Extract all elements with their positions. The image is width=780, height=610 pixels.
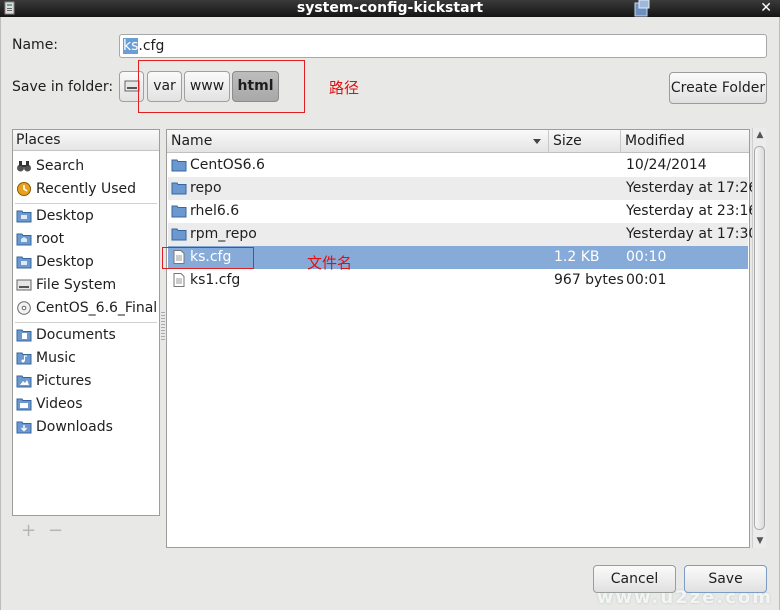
file-list-panel: Name Size Modified CentOS6.6 10/24/2014 … (166, 129, 757, 548)
place-downloads[interactable]: Downloads (14, 416, 158, 438)
pane-splitter[interactable] (161, 312, 165, 342)
place-label: root (36, 231, 65, 247)
filename-selected-text: ks (123, 38, 139, 54)
folder-music-icon (16, 352, 32, 365)
path-annotation-box (138, 60, 305, 113)
filename-annotation-text: 文件名 (307, 254, 353, 272)
folder-icon (171, 159, 187, 172)
file-name: rhel6.6 (190, 203, 240, 219)
file-modified: Yesterday at 17:30 (626, 226, 758, 242)
path-annotation-text: 路径 (329, 79, 360, 97)
places-panel: Places Search Recently Used Desktop root… (12, 129, 160, 516)
save-in-folder-label: Save in folder: (12, 79, 114, 95)
place-pictures[interactable]: Pictures (14, 370, 158, 392)
place-desktop[interactable]: Desktop (14, 205, 158, 227)
file-row[interactable]: rhel6.6 Yesterday at 23:16 (168, 200, 757, 223)
file-row[interactable]: CentOS6.6 10/24/2014 (168, 154, 748, 177)
file-row[interactable]: rpm_repo Yesterday at 17:30 (168, 223, 757, 246)
folder-icon (171, 205, 187, 218)
scrollbar-thumb[interactable] (754, 146, 765, 530)
file-size: 967 bytes (554, 272, 624, 288)
place-centos-disc[interactable]: CentOS_6.6_Final (14, 297, 158, 319)
folder-icon (171, 182, 187, 195)
column-header-size[interactable]: Size (549, 130, 621, 153)
file-list-scrollbar[interactable]: ▲ ▼ (752, 128, 766, 548)
home-folder-icon (16, 233, 32, 246)
file-row[interactable]: ks1.cfg 967 bytes 00:01 (168, 269, 748, 292)
place-desktop-2[interactable]: Desktop (14, 251, 158, 273)
sort-arrow-down-icon (533, 139, 541, 144)
watermark: www.u2ze.com (596, 587, 773, 608)
name-label: Name: (12, 37, 59, 53)
folder-icon (171, 228, 187, 241)
scroll-down-icon[interactable]: ▼ (753, 536, 767, 546)
window-title: system-config-kickstart (296, 0, 484, 16)
place-recently-used[interactable]: Recently Used (14, 178, 158, 200)
column-name-label: Name (171, 133, 213, 149)
place-label: Downloads (36, 419, 113, 435)
file-modified: 00:01 (626, 272, 667, 288)
place-label: CentOS_6.6_Final (36, 300, 158, 316)
place-label: Desktop (36, 208, 94, 224)
window-menu-icon[interactable] (632, 0, 652, 17)
place-search[interactable]: Search (14, 155, 158, 177)
file-name: ks1.cfg (190, 272, 241, 288)
place-label: Desktop (36, 254, 94, 270)
add-bookmark-icon[interactable]: + (21, 520, 36, 541)
place-documents[interactable]: Documents (14, 324, 158, 346)
place-music[interactable]: Music (14, 347, 158, 369)
file-size: 1.2 KB (554, 249, 600, 265)
place-label: Recently Used (36, 181, 137, 197)
file-name: repo (190, 180, 222, 196)
text-file-icon (173, 273, 185, 287)
file-name: rpm_repo (190, 226, 257, 242)
clock-icon (17, 182, 31, 196)
binoculars-icon (17, 161, 31, 172)
file-modified: Yesterday at 17:26 (626, 180, 758, 196)
places-header: Places (13, 130, 159, 151)
place-label: File System (36, 277, 117, 293)
folder-desktop-icon (16, 256, 32, 269)
place-videos[interactable]: Videos (14, 393, 158, 415)
folder-videos-icon (16, 398, 32, 411)
folder-downloads-icon (16, 421, 32, 434)
place-label: Documents (36, 327, 116, 343)
place-label: Pictures (36, 373, 92, 389)
close-icon[interactable]: ✕ (760, 0, 772, 16)
folder-documents-icon (16, 329, 32, 342)
remove-bookmark-icon[interactable]: − (48, 520, 63, 541)
filename-rest-text: .cfg (138, 38, 165, 54)
disc-icon (17, 301, 31, 315)
file-name: CentOS6.6 (190, 157, 265, 173)
scroll-up-icon[interactable]: ▲ (753, 130, 767, 140)
file-modified: Yesterday at 23:16 (626, 203, 758, 219)
file-modified: 00:10 (626, 249, 667, 265)
column-header-name[interactable]: Name (167, 130, 549, 153)
file-row-selected[interactable]: ks.cfg 1.2 KB 00:10 (168, 246, 748, 269)
place-label: Videos (36, 396, 83, 412)
places-divider (15, 322, 157, 323)
file-modified: 10/24/2014 (626, 157, 707, 173)
place-label: Music (36, 350, 76, 366)
places-divider (15, 203, 157, 204)
title-bar: system-config-kickstart ✕ (0, 0, 780, 17)
column-header-modified[interactable]: Modified (621, 130, 749, 153)
place-file-system[interactable]: File System (14, 274, 158, 296)
save-dialog: Name: ks.cfg Save in folder: var www htm… (0, 17, 780, 610)
create-folder-button[interactable]: Create Folder (669, 72, 767, 104)
drive-icon (16, 279, 32, 291)
folder-pictures-icon (16, 375, 32, 388)
place-root[interactable]: root (14, 228, 158, 250)
filename-input[interactable]: ks.cfg (119, 34, 767, 58)
file-row[interactable]: repo Yesterday at 17:26 (168, 177, 757, 200)
folder-desktop-icon (16, 210, 32, 223)
place-label: Search (36, 158, 85, 174)
filename-annotation-box (162, 247, 254, 269)
